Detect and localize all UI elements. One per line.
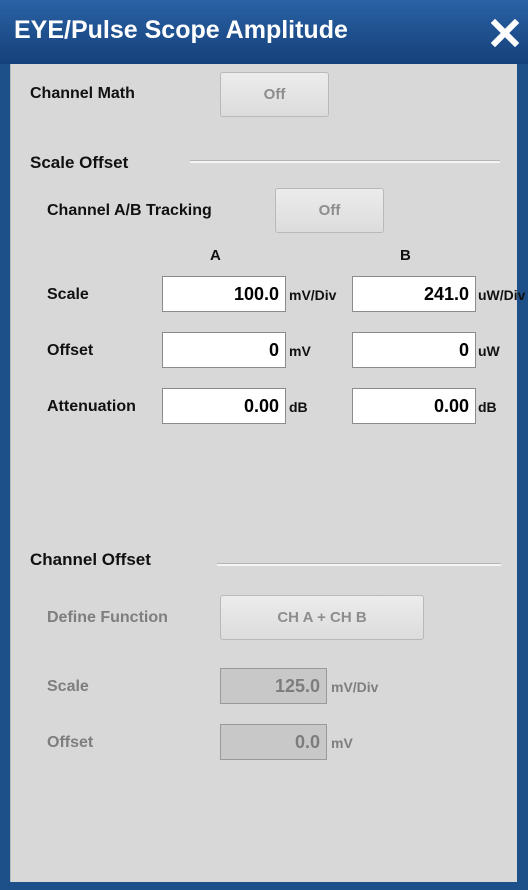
channel-offset-scale-unit: mV/Div — [331, 679, 379, 695]
channel-offset-scale-field[interactable]: 125.0 — [220, 668, 327, 704]
channel-math-button[interactable]: Off — [220, 72, 329, 117]
channel-offset-offset-unit: mV — [331, 735, 353, 751]
scale-b-unit: uW/Div — [478, 287, 526, 303]
offset-b-unit: uW — [478, 343, 500, 359]
column-b-header: B — [400, 247, 411, 264]
scale-a-field[interactable]: 100.0 — [162, 276, 286, 312]
title-bar: EYE/Pulse Scope Amplitude — [0, 0, 528, 64]
scale-offset-heading: Scale Offset — [30, 153, 129, 172]
channel-ab-tracking-label: Channel A/B Tracking — [47, 202, 212, 219]
offset-a-field[interactable]: 0 — [162, 332, 286, 368]
close-button[interactable] — [487, 16, 522, 50]
channel-math-label: Channel Math — [30, 85, 135, 102]
attenuation-row-label: Attenuation — [47, 398, 136, 415]
window-title: EYE/Pulse Scope Amplitude — [14, 16, 348, 44]
scale-offset-separator — [190, 160, 500, 163]
offset-row-label: Offset — [47, 342, 94, 359]
define-function-button[interactable]: CH A + CH B — [220, 595, 424, 640]
offset-b-field[interactable]: 0 — [352, 332, 476, 368]
channel-offset-heading: Channel Offset — [30, 550, 151, 569]
close-icon — [490, 19, 519, 47]
column-a-header: A — [210, 247, 221, 264]
channel-offset-offset-field[interactable]: 0.0 — [220, 724, 327, 760]
channel-offset-separator — [217, 563, 501, 566]
scale-a-unit: mV/Div — [289, 287, 337, 303]
attenuation-a-unit: dB — [289, 399, 308, 415]
channel-offset-scale-label: Scale — [47, 678, 89, 695]
channel-ab-tracking-button[interactable]: Off — [275, 188, 384, 233]
scale-row-label: Scale — [47, 286, 89, 303]
offset-a-unit: mV — [289, 343, 311, 359]
dialog-window: EYE/Pulse Scope Amplitude Channel Math O… — [0, 0, 528, 890]
scale-b-field[interactable]: 241.0 — [352, 276, 476, 312]
content-panel: Channel Math Off Scale Offset Channel A/… — [10, 64, 525, 882]
attenuation-a-field[interactable]: 0.00 — [162, 388, 286, 424]
define-function-label: Define Function — [47, 609, 168, 626]
attenuation-b-unit: dB — [478, 399, 497, 415]
channel-offset-offset-label: Offset — [47, 734, 94, 751]
attenuation-b-field[interactable]: 0.00 — [352, 388, 476, 424]
